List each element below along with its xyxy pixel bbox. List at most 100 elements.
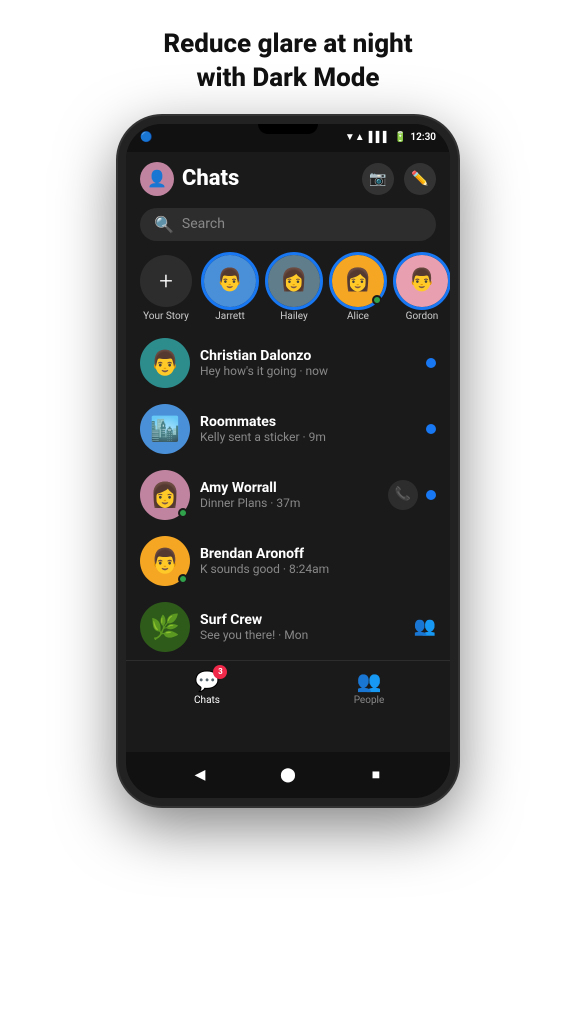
christian-avatar-icon: 👨 bbox=[140, 338, 190, 388]
stories-row: + Your Story 👨 Jarrett 👩 bbox=[126, 247, 450, 330]
bottom-nav-chats[interactable]: 💬 3 Chats bbox=[126, 661, 288, 714]
brendan-info: Brendan Aronoff K sounds good · 8:24am bbox=[200, 546, 426, 576]
surf-crew-actions: 👥 bbox=[414, 616, 436, 637]
amy-unread-dot bbox=[426, 490, 436, 500]
story-avatar-wrapper-alice: 👩 bbox=[332, 255, 384, 307]
christian-unread-dot bbox=[426, 358, 436, 368]
story-avatar-wrapper-gordon: 👨 bbox=[396, 255, 448, 307]
bottom-nav-people[interactable]: 👥 People bbox=[288, 661, 450, 714]
alice-label: Alice bbox=[347, 311, 369, 322]
alice-online-dot bbox=[372, 295, 382, 305]
user-avatar-icon: 👤 bbox=[147, 169, 167, 188]
notch bbox=[258, 124, 318, 134]
roommates-info: Roommates Kelly sent a sticker · 9m bbox=[200, 414, 416, 444]
back-icon: ◀ bbox=[195, 767, 206, 783]
amy-online-dot bbox=[178, 508, 188, 518]
compose-button[interactable]: ✏️ bbox=[404, 163, 436, 195]
story-item-alice[interactable]: 👩 Alice bbox=[332, 255, 384, 322]
amy-name: Amy Worrall bbox=[200, 480, 378, 496]
search-icon: 🔍 bbox=[154, 215, 174, 234]
surf-crew-group-avatars: 👥 bbox=[414, 616, 436, 637]
chats-badge: 3 bbox=[213, 665, 227, 679]
story-ring-jarrett bbox=[201, 252, 259, 310]
headline-line1: Reduce glare at night bbox=[163, 29, 412, 59]
search-bar[interactable]: 🔍 Search bbox=[140, 208, 436, 241]
roommates-preview: Kelly sent a sticker · 9m bbox=[200, 430, 416, 444]
story-item-your-story[interactable]: + Your Story bbox=[140, 255, 192, 322]
people-icon: 👥 bbox=[357, 669, 382, 693]
battery-icon: 🔋 bbox=[394, 132, 406, 143]
surf-crew-avatar-wrapper: 🌿 bbox=[140, 602, 190, 652]
brendan-online-dot bbox=[178, 574, 188, 584]
amy-preview: Dinner Plans · 37m bbox=[200, 496, 378, 510]
app-header: 👤 Chats 📷 ✏️ bbox=[126, 152, 450, 202]
story-item-gordon[interactable]: 👨 Gordon bbox=[396, 255, 448, 322]
story-avatar-wrapper-jarrett: 👨 bbox=[204, 255, 256, 307]
chat-item-roommates[interactable]: 🏙️ Roommates Kelly sent a sticker · 9m bbox=[126, 396, 450, 462]
roommates-actions bbox=[426, 424, 436, 434]
status-icons: ▼▲ ▌▌▌ 🔋 12:30 bbox=[345, 132, 436, 143]
chat-item-surf-crew[interactable]: 🌿 Surf Crew See you there! · Mon 👥 bbox=[126, 594, 450, 660]
brendan-avatar-wrapper: 👨 bbox=[140, 536, 190, 586]
roommates-name: Roommates bbox=[200, 414, 416, 430]
chat-item-brendan[interactable]: 👨 Brendan Aronoff K sounds good · 8:24am bbox=[126, 528, 450, 594]
christian-name: Christian Dalonzo bbox=[200, 348, 416, 364]
brendan-name: Brendan Aronoff bbox=[200, 546, 426, 562]
amy-info: Amy Worrall Dinner Plans · 37m bbox=[200, 480, 378, 510]
app-screen: 👤 Chats 📷 ✏️ 🔍 Search + Your bbox=[126, 152, 450, 752]
christian-avatar: 👨 bbox=[140, 338, 190, 388]
story-item-hailey[interactable]: 👩 Hailey bbox=[268, 255, 320, 322]
chats-icon: 💬 3 bbox=[195, 669, 220, 693]
headline: Reduce glare at night with Dark Mode bbox=[123, 0, 452, 116]
surf-crew-preview: See you there! · Mon bbox=[200, 628, 404, 642]
user-avatar[interactable]: 👤 bbox=[140, 162, 174, 196]
chats-label: Chats bbox=[194, 695, 220, 706]
people-label: People bbox=[354, 695, 385, 706]
bottom-nav: 💬 3 Chats 👥 People bbox=[126, 660, 450, 714]
status-bar: 🔵 ▼▲ ▌▌▌ 🔋 12:30 bbox=[126, 124, 450, 152]
search-placeholder: Search bbox=[182, 216, 225, 232]
surf-crew-avatar: 🌿 bbox=[140, 602, 190, 652]
phone-device: 🔵 ▼▲ ▌▌▌ 🔋 12:30 👤 Chats 📷 ✏️ bbox=[118, 116, 458, 806]
status-camera: 🔵 bbox=[140, 132, 160, 143]
system-nav-bar: ◀ ⬤ ■ bbox=[126, 752, 450, 798]
recent-button[interactable]: ■ bbox=[366, 765, 386, 785]
back-button[interactable]: ◀ bbox=[190, 765, 210, 785]
camera-icon: 📷 bbox=[369, 171, 386, 187]
roommates-avatar-wrapper: 🏙️ bbox=[140, 404, 190, 454]
brendan-preview: K sounds good · 8:24am bbox=[200, 562, 426, 576]
home-button[interactable]: ⬤ bbox=[278, 765, 298, 785]
chat-item-christian[interactable]: 👨 Christian Dalonzo Hey how's it going ·… bbox=[126, 330, 450, 396]
christian-avatar-wrapper: 👨 bbox=[140, 338, 190, 388]
home-icon: ⬤ bbox=[280, 767, 296, 783]
story-avatar-wrapper-hailey: 👩 bbox=[268, 255, 320, 307]
jarrett-label: Jarrett bbox=[215, 311, 245, 322]
christian-info: Christian Dalonzo Hey how's it going · n… bbox=[200, 348, 416, 378]
amy-avatar-wrapper: 👩 bbox=[140, 470, 190, 520]
header-icons: 📷 ✏️ bbox=[362, 163, 436, 195]
christian-preview: Hey how's it going · now bbox=[200, 364, 416, 378]
gordon-label: Gordon bbox=[406, 311, 439, 322]
signal-icon: ▌▌▌ bbox=[369, 132, 390, 143]
story-item-jarrett[interactable]: 👨 Jarrett bbox=[204, 255, 256, 322]
christian-actions bbox=[426, 358, 436, 368]
compose-icon: ✏️ bbox=[411, 171, 428, 187]
story-ring-gordon bbox=[393, 252, 450, 310]
chat-item-amy[interactable]: 👩 Amy Worrall Dinner Plans · 37m 📞 bbox=[126, 462, 450, 528]
hailey-label: Hailey bbox=[280, 311, 307, 322]
camera-button[interactable]: 📷 bbox=[362, 163, 394, 195]
roommates-avatar: 🏙️ bbox=[140, 404, 190, 454]
app-title: Chats bbox=[182, 166, 239, 191]
roommates-unread-dot bbox=[426, 424, 436, 434]
roommates-avatar-icon: 🏙️ bbox=[140, 404, 190, 454]
amy-actions: 📞 bbox=[388, 480, 436, 510]
recent-icon: ■ bbox=[372, 766, 380, 783]
header-left: 👤 Chats bbox=[140, 162, 239, 196]
add-story-button[interactable]: + bbox=[140, 255, 192, 307]
story-ring-hailey bbox=[265, 252, 323, 310]
surf-crew-info: Surf Crew See you there! · Mon bbox=[200, 612, 404, 642]
clock: 12:30 bbox=[410, 132, 436, 143]
chat-list: 👨 Christian Dalonzo Hey how's it going ·… bbox=[126, 330, 450, 660]
wifi-icon: ▼▲ bbox=[345, 132, 365, 143]
amy-call-button[interactable]: 📞 bbox=[388, 480, 418, 510]
